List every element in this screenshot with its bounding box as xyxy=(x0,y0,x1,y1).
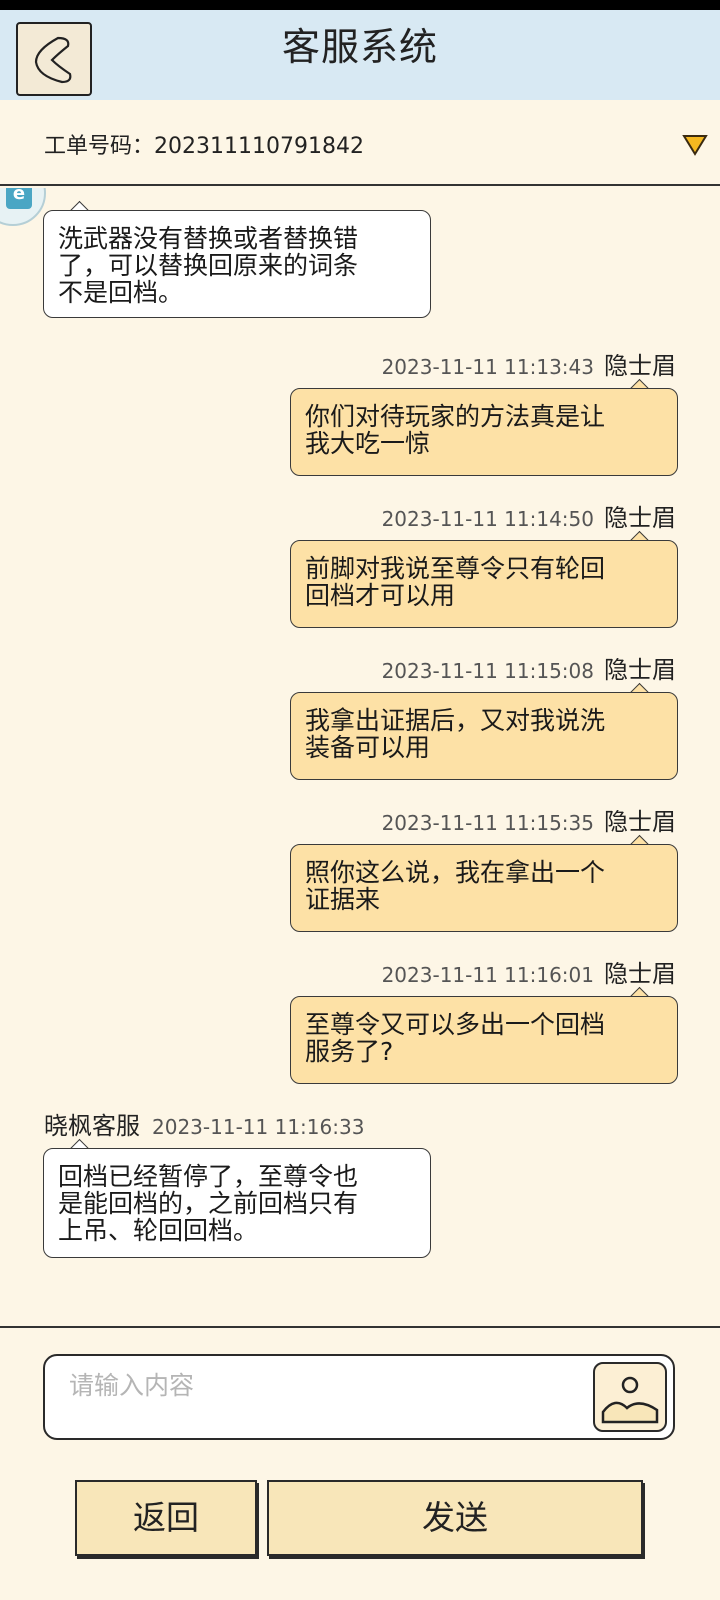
user-message-bubble: 前脚对我说至尊令只有轮回 回档才可以用 xyxy=(290,540,678,628)
image-icon xyxy=(601,1376,659,1424)
message-meta: 2023-11-11 11:13:43 隐士眉 xyxy=(382,346,676,381)
top-divider xyxy=(0,184,720,186)
message-time: 2023-11-11 11:13:43 xyxy=(381,355,594,379)
message-input[interactable] xyxy=(67,1364,551,1406)
user-message-bubble: 至尊令又可以多出一个回档 服务了? xyxy=(290,996,678,1084)
sender-name: 隐士眉 xyxy=(604,352,676,380)
ticket-label: 工单号码： xyxy=(44,134,155,159)
message-time: 2023-11-11 11:14:50 xyxy=(381,507,594,531)
message-meta: 晓枫客服 2023-11-11 11:16:33 xyxy=(44,1106,364,1141)
page-title: 客服系统 xyxy=(281,25,438,69)
ticket-value: 202311110791842 xyxy=(154,134,364,159)
user-message-bubble: 照你这么说，我在拿出一个 证据来 xyxy=(290,844,678,932)
message-time: 2023-11-11 11:15:08 xyxy=(381,659,594,683)
image-upload-button[interactable] xyxy=(593,1362,667,1432)
message-meta: 2023-11-11 11:16:01 隐士眉 xyxy=(382,954,676,989)
ticket-number: 工单号码：202311110791842 xyxy=(44,128,364,160)
agent-message-bubble: 回档已经暂停了，至尊令也 是能回档的，之前回档只有 上吊、轮回回档。 xyxy=(43,1148,431,1258)
game-logo-icon: e xyxy=(6,188,32,209)
header-bar: 客服系统 xyxy=(0,10,720,100)
dropdown-triangle-icon[interactable] xyxy=(682,134,708,156)
message-time: 2023-11-11 11:16:01 xyxy=(381,963,594,987)
back-button-bottom[interactable]: 返回 xyxy=(75,1480,257,1556)
sender-name: 隐士眉 xyxy=(604,504,676,532)
user-message-bubble: 你们对待玩家的方法真是让 我大吃一惊 xyxy=(290,388,678,476)
bottom-divider xyxy=(0,1326,720,1328)
sender-name: 隐士眉 xyxy=(604,808,676,836)
sender-name: 隐士眉 xyxy=(604,960,676,988)
message-meta: 2023-11-11 11:15:08 隐士眉 xyxy=(382,650,676,685)
message-meta: 2023-11-11 11:14:50 隐士眉 xyxy=(382,498,676,533)
message-time: 2023-11-11 11:15:35 xyxy=(381,811,594,835)
message-input-box[interactable] xyxy=(43,1354,675,1440)
user-message-bubble: 我拿出证据后，又对我说洗 装备可以用 xyxy=(290,692,678,780)
chat-area[interactable]: e 洗武器没有替换或者替换错 了，可以替换回原来的词条 不是回档。 2023-1… xyxy=(0,188,720,1268)
message-time: 2023-11-11 11:16:33 xyxy=(152,1115,365,1139)
status-bar xyxy=(0,0,720,10)
sender-name: 晓枫客服 xyxy=(44,1112,140,1140)
send-button[interactable]: 发送 xyxy=(267,1480,643,1556)
message-meta: 2023-11-11 11:15:35 隐士眉 xyxy=(382,802,676,837)
agent-message-bubble: 洗武器没有替换或者替换错 了，可以替换回原来的词条 不是回档。 xyxy=(43,210,431,318)
agent-avatar: e xyxy=(0,188,46,226)
sender-name: 隐士眉 xyxy=(604,656,676,684)
